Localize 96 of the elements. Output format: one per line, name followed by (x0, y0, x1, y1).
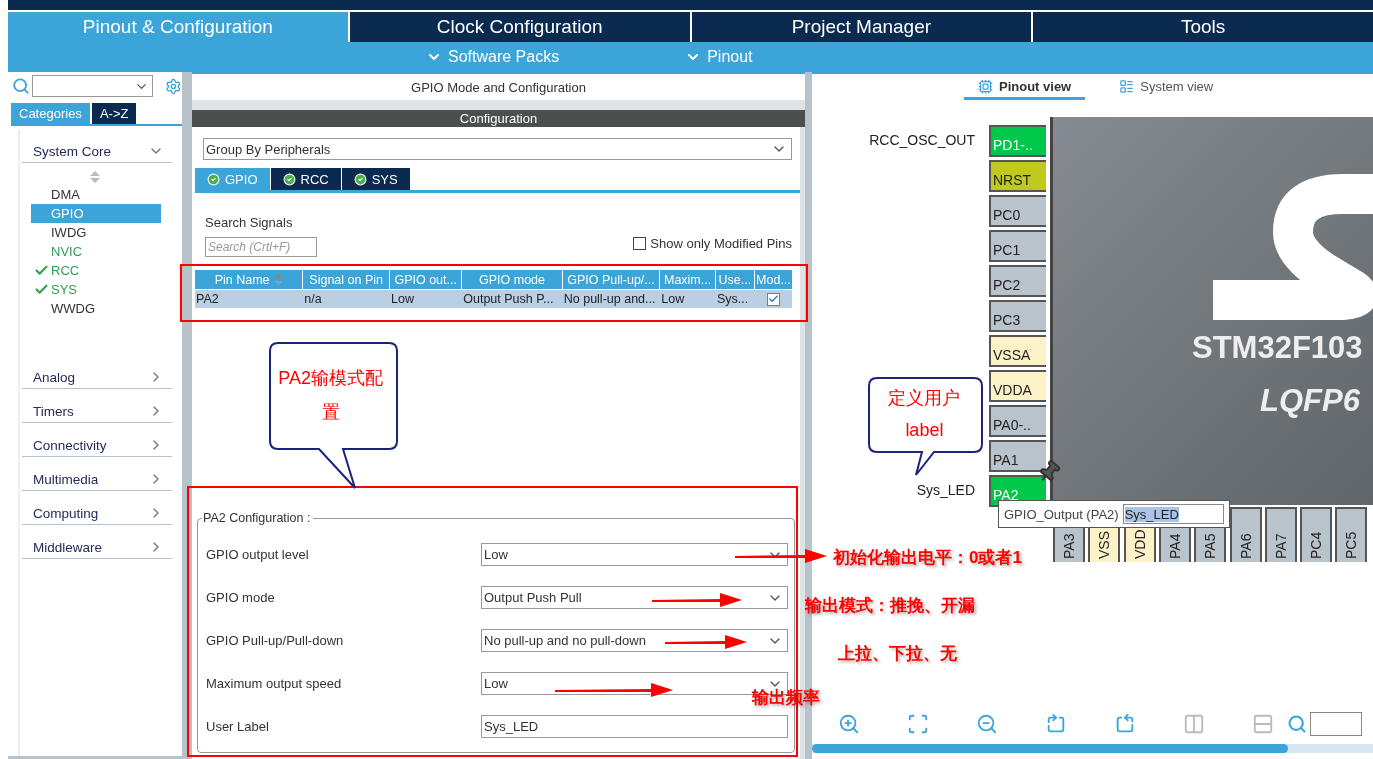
main-tab[interactable]: Tools (1033, 12, 1373, 42)
field-label: GPIO Pull-up/Pull-down (206, 633, 344, 648)
field-label: Maximum output speed (206, 676, 342, 691)
search-field[interactable]: Search (Crtl+F) (205, 237, 317, 257)
pin[interactable]: PC3 (989, 300, 1046, 332)
list-icon (1119, 79, 1135, 94)
category-header[interactable]: Analog (22, 363, 172, 389)
pin[interactable]: PC0 (989, 195, 1046, 227)
table-cell-text: n/a (303, 291, 323, 308)
category-label: Analog (33, 369, 76, 385)
pin[interactable]: PA6 (1229, 507, 1262, 562)
check-circle-icon (207, 172, 220, 186)
search-label: Search Signals (205, 215, 294, 230)
splitter[interactable] (182, 72, 192, 759)
pin[interactable]: VSSA (989, 335, 1046, 367)
field-label: User Label (206, 719, 269, 734)
select-field[interactable]: Output Push Pull (481, 586, 788, 609)
peripheral-tab[interactable]: SYS (341, 168, 410, 190)
category-label: Multimedia (33, 471, 99, 487)
table-cell-text: Output Push P... (462, 291, 555, 308)
pin[interactable]: PA0-.. (989, 405, 1046, 437)
annotation-text: 初始化输出电平：0或者1 (833, 547, 1022, 569)
peripheral-item[interactable]: NVIC (31, 242, 161, 261)
pin-label: Sys_LED (916, 482, 975, 498)
check-circle-icon (282, 172, 296, 186)
search-combo[interactable] (31, 75, 154, 97)
search-icon (1287, 714, 1307, 734)
field-label: GPIO output level (206, 547, 309, 562)
category-label: Computing (33, 505, 99, 521)
chip-name: STM32F103 (1192, 330, 1363, 366)
input-field[interactable]: Sys_LED (481, 715, 788, 738)
search-icon (12, 77, 30, 95)
view-tab[interactable]: System view (1105, 78, 1228, 100)
checkbox[interactable] (766, 292, 780, 306)
table-row[interactable]: PA2 n/a Low Output Push P... No pull-up and... Low Sys... (195, 290, 792, 308)
pin-label: RCC_OSC_OUT (869, 132, 975, 148)
section-header: Configuration (192, 110, 805, 127)
table-cell-text: Sys... (715, 291, 750, 308)
rotate-left-icon[interactable] (1114, 713, 1136, 735)
fit-icon[interactable] (907, 713, 929, 735)
pin[interactable]: NRST (989, 160, 1046, 192)
check-circle-icon (353, 172, 367, 186)
category-header[interactable]: Multimedia (22, 465, 172, 491)
chip-icon (978, 79, 993, 94)
zoom-out-icon[interactable] (976, 713, 998, 735)
sort-icon[interactable] (273, 273, 283, 286)
checkbox-label: Show only Modified Pins (650, 236, 792, 251)
peripheral-item[interactable]: WWDG (31, 299, 161, 318)
category-header[interactable]: Connectivity (22, 431, 172, 457)
category-label: System Core (33, 143, 112, 159)
field-label: GPIO mode (206, 590, 275, 605)
annotation-text: 输出模式：推挽、开漏 (805, 595, 975, 617)
annotation-text: 上拉、下拉、无 (838, 643, 957, 665)
search-field[interactable] (1310, 712, 1362, 736)
view-tab[interactable]: Pinout view (964, 78, 1086, 100)
peripheral-item[interactable]: SYS (31, 280, 161, 299)
select-field[interactable]: No pull-up and no pull-down (481, 629, 788, 652)
peripheral-item[interactable]: IWDG (31, 223, 161, 242)
pin[interactable]: PC4 (1300, 507, 1333, 562)
zoom-in-icon[interactable] (838, 713, 860, 735)
table-cell-text: Low (390, 291, 415, 308)
category-label: Timers (33, 403, 74, 419)
main-tab[interactable]: Clock Configuration (349, 12, 690, 42)
callout-text: 定义用户label (887, 387, 962, 442)
checkbox[interactable] (633, 237, 647, 250)
pin[interactable]: PC5 (1335, 507, 1368, 562)
sort-icon[interactable] (90, 171, 100, 183)
category-header[interactable]: System Core (22, 137, 172, 163)
table-cell-text: Low (660, 291, 686, 308)
pin[interactable]: PA1 (989, 440, 1046, 472)
group-legend: PA2 Configuration : (202, 511, 314, 525)
label-input[interactable]: Sys_LED (1122, 504, 1224, 524)
category-header[interactable]: Computing (22, 499, 172, 525)
select-field[interactable]: Low (481, 543, 788, 566)
rotate-right-icon[interactable] (1045, 713, 1067, 735)
category-label: Connectivity (33, 437, 107, 453)
pin[interactable]: VDDA (989, 370, 1046, 402)
peripheral-item[interactable]: DMA (31, 185, 161, 204)
category-label: Middleware (33, 539, 103, 555)
scrollbar-thumb[interactable] (812, 744, 1288, 753)
main-tab[interactable]: Project Manager (691, 12, 1032, 42)
table-cell-text: PA2 (195, 291, 220, 308)
category-header[interactable]: Middleware (22, 533, 172, 559)
table-cell-text: No pull-up and... (562, 291, 657, 308)
panel-title: GPIO Mode and Configuration (192, 72, 805, 100)
peripheral-tab[interactable]: RCC (270, 168, 341, 190)
settings-icon[interactable] (165, 77, 182, 95)
pin[interactable]: PC1 (989, 230, 1046, 262)
peripheral-item[interactable]: RCC (31, 261, 161, 280)
group-select[interactable]: Group By Peripherals (203, 138, 792, 160)
pin[interactable]: PA7 (1264, 507, 1297, 562)
callout-text: PA2输模式配置 (277, 367, 385, 424)
category-tab[interactable]: A->Z (91, 103, 137, 124)
chip-package: LQFP6 (1260, 383, 1360, 419)
category-header[interactable]: Timers (22, 397, 172, 423)
pin[interactable]: PC2 (989, 265, 1046, 297)
